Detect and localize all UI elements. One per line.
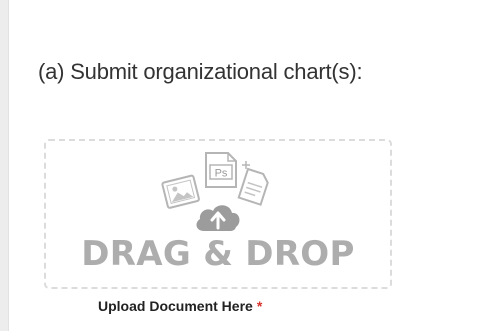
ps-badge-text: Ps: [215, 168, 228, 180]
upload-illustration: Ps: [150, 147, 290, 239]
photoshop-file-icon: Ps: [205, 152, 237, 188]
image-file-icon: [161, 174, 200, 209]
required-asterisk: *: [256, 298, 263, 314]
upload-document-label: Upload Document Here *: [98, 298, 262, 314]
cloud-upload-icon: [196, 205, 240, 231]
question-label: (a) Submit organizational chart(s):: [38, 59, 363, 84]
sparkle-icon: [242, 161, 250, 169]
text-file-icon: [237, 167, 269, 206]
upload-label-text: Upload Document Here: [98, 298, 253, 314]
file-dropzone[interactable]: Ps DRAG & DROP: [44, 139, 392, 289]
left-border-strip: [0, 0, 9, 331]
drag-drop-text: DRAG & DROP: [81, 234, 355, 274]
